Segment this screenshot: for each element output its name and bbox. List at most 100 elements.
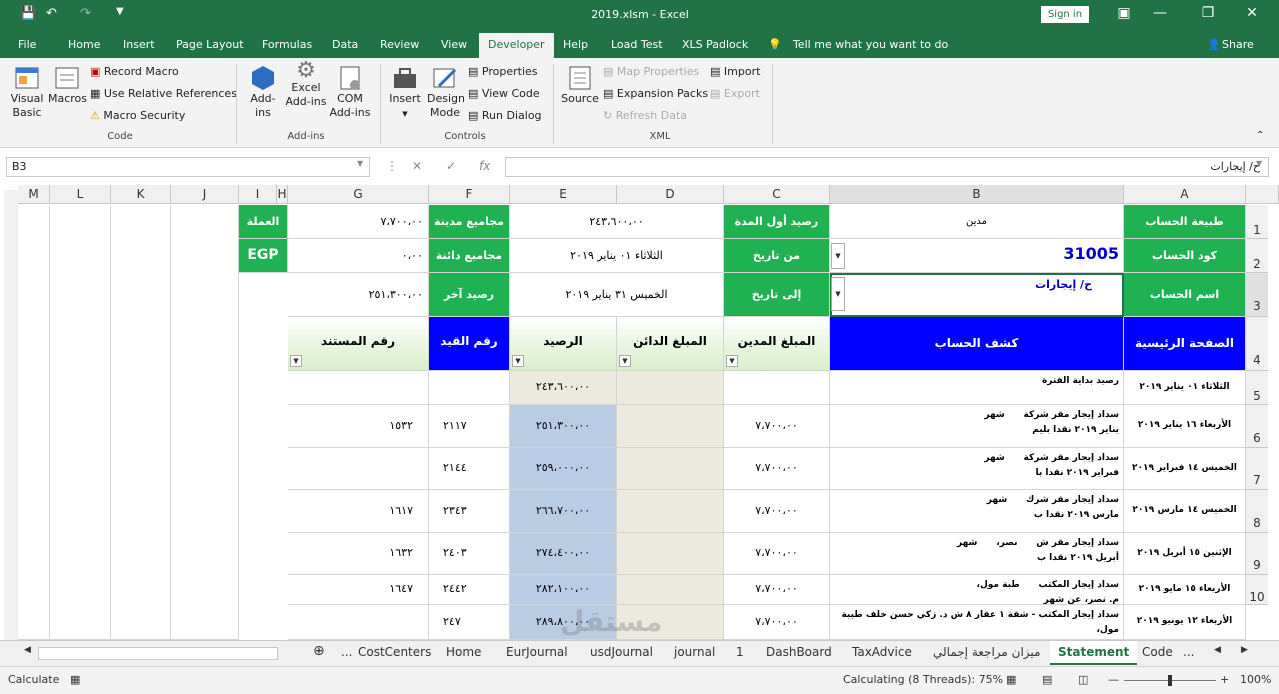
home-page-link[interactable]: الصفحة الرئيسية [1124,317,1246,371]
tab-insert[interactable]: Insert [123,38,155,51]
row-debit[interactable] [724,371,830,405]
sheet-tab-1[interactable]: 1 [736,645,744,659]
row-header-2[interactable]: 2 [1246,239,1268,273]
row-document-no[interactable]: ١٦١٧ [288,490,429,533]
row-entry-no[interactable] [429,371,510,405]
account-name-dropdown-icon[interactable]: ▼ [831,277,845,311]
row-credit[interactable] [617,533,724,575]
tab-file[interactable]: File [18,38,36,51]
row-credit[interactable] [617,371,724,405]
excel-add-ins-button[interactable]: ⚙ Excel Add-ins [284,60,328,109]
enter-icon[interactable]: ✓ [446,159,456,173]
row-header-7[interactable]: 7 [1246,448,1268,490]
visual-basic-button[interactable]: Visual Basic [8,64,46,120]
name-box[interactable]: B3 [6,157,370,177]
row-debit[interactable]: ٧،٧٠٠،٠٠ [724,405,830,448]
row-debit[interactable]: ٧،٧٠٠،٠٠ [724,605,830,640]
tab-page-layout[interactable]: Page Layout [176,38,244,51]
filter-dropdown-icon[interactable]: ▼ [290,355,302,367]
row-description[interactable]: سداد إيجار المكتب طبة مول، م. نصر، عن شه… [830,575,1124,605]
cell-e2[interactable]: الثلاثاء ٠١ يناير ٢٠١٩ [510,239,724,273]
tab-developer[interactable]: Developer [479,33,554,58]
tab-help[interactable]: Help [563,38,588,51]
empty-columns[interactable] [18,205,50,640]
cell-f2[interactable]: مجاميع دائنة [429,239,510,273]
empty-columns[interactable] [50,205,111,640]
sheet-tab-costcenters[interactable]: CostCenters [358,645,431,659]
header-document-no[interactable]: رقم المستند [288,317,429,371]
share-icon[interactable]: 👤 [1207,38,1221,51]
row-document-no[interactable]: ١٥٣٢ [288,405,429,448]
row-debit[interactable]: ٧،٧٠٠،٠٠ [724,490,830,533]
col-header-f[interactable]: F [429,185,510,204]
cell-i2[interactable]: EGP [239,239,288,273]
row-balance[interactable]: ٢٤٣،٦٠٠،٠٠ [510,371,617,405]
tab-home[interactable]: Home [68,38,100,51]
macros-button[interactable]: Macros [48,64,87,106]
row-entry-no[interactable]: ٢٤٠٣ [429,533,510,575]
select-all-corner[interactable] [1246,185,1279,204]
filter-dropdown-icon[interactable]: ▼ [619,355,631,367]
zoom-in-icon[interactable]: + [1220,673,1229,686]
cell-a2[interactable]: كود الحساب [1124,239,1246,273]
scroll-left-icon[interactable]: ◀ [24,645,31,655]
cell-b2[interactable]: 31005 [830,239,1124,273]
add-ins-button[interactable]: Add-ins [246,64,280,120]
col-header-c[interactable]: C [724,185,830,204]
close-icon[interactable]: ✕ [1242,5,1262,21]
cell-e1[interactable]: ٢٤٣،٦٠٠،٠٠ [510,205,724,239]
col-header-j[interactable]: J [171,185,239,204]
sheet-tab-dashboard[interactable]: DashBoard [766,645,832,659]
col-header-e[interactable]: E [510,185,617,204]
map-properties-button[interactable]: ▤ Map Properties [603,65,699,78]
cell-g3[interactable]: ٢٥١،٣٠٠،٠٠ [288,273,429,317]
tab-data[interactable]: Data [332,38,358,51]
cell-c2[interactable]: من تاريخ [724,239,830,273]
row-debit[interactable]: ٧،٧٠٠،٠٠ [724,575,830,605]
cell-a1[interactable]: طبيعة الحساب [1124,205,1246,239]
row-date[interactable]: الأربعاء ١٦ يناير ٢٠١٩ [1124,405,1246,448]
col-header-g[interactable]: G [288,185,429,204]
row-date[interactable]: الخميس ١٤ فبراير ٢٠١٩ [1124,448,1246,490]
row-entry-no[interactable]: ٢٤٤٢ [429,575,510,605]
insert-function-icon[interactable]: fx [479,159,490,173]
row-credit[interactable] [617,575,724,605]
expansion-packs-button[interactable]: ▤ Expansion Packs [603,87,708,100]
minimize-icon[interactable]: — [1150,5,1170,21]
sheet-tab-taxadvice[interactable]: TaxAdvice [852,645,912,659]
cell-g1[interactable]: ٧،٧٠٠،٠٠ [288,205,429,239]
horizontal-scrollbar[interactable] [38,647,278,660]
row-header-6[interactable]: 6 [1246,405,1268,448]
sheet-tab-journal[interactable]: journal [674,645,715,659]
sheet-tab-eurjournal[interactable]: EurJournal [506,645,568,659]
row-description[interactable]: سداد إيجار مقر شركة شهر فبراير ٢٠١٩ نقدا… [830,448,1124,490]
scroll-next-sheet-icon[interactable]: ▶ [1241,645,1248,655]
row-document-no[interactable] [288,371,429,405]
macro-security-button[interactable]: ⚠ Macro Security [90,109,185,122]
name-box-dropdown-icon[interactable]: ▼ [357,159,363,168]
header-credit[interactable]: المبلغ الدائن [617,317,724,371]
row-description[interactable]: سداد إيجار مقر ش نصر، شهر أبريل ٢٠١٩ نقد… [830,533,1124,575]
row-header-1[interactable]: 1 [1246,205,1268,239]
row-date[interactable]: الخميس ١٤ مارس ٢٠١٩ [1124,490,1246,533]
zoom-slider-thumb[interactable] [1168,675,1172,686]
cell-g2[interactable]: ٠،٠٠ [288,239,429,273]
ribbon-display-icon[interactable]: ▣ [1114,5,1134,21]
row-document-no[interactable] [288,605,429,640]
macro-recording-icon[interactable]: ▦ [70,673,80,686]
scroll-prev-sheet-icon[interactable]: ◀ [1214,645,1221,655]
header-debit[interactable]: المبلغ المدين [724,317,830,371]
col-header-h[interactable]: H [277,185,288,204]
page-layout-view-icon[interactable]: ▤ [1042,673,1052,686]
filter-dropdown-icon[interactable]: ▼ [726,355,738,367]
row-entry-no[interactable]: ٢١١٧ [429,405,510,448]
row-date[interactable]: الأربعاء ١٥ مايو ٢٠١٩ [1124,575,1246,605]
tab-review[interactable]: Review [380,38,419,51]
row-header-10[interactable]: 10 [1246,575,1268,605]
cancel-icon[interactable]: ✕ [412,159,422,173]
expand-formula-icon[interactable]: ▼ [1256,159,1262,168]
sheet-tab-statement[interactable]: Statement [1050,641,1138,665]
row-credit[interactable] [617,490,724,533]
row-entry-no[interactable]: ٢١٤٤ [429,448,510,490]
row-credit[interactable] [617,405,724,448]
